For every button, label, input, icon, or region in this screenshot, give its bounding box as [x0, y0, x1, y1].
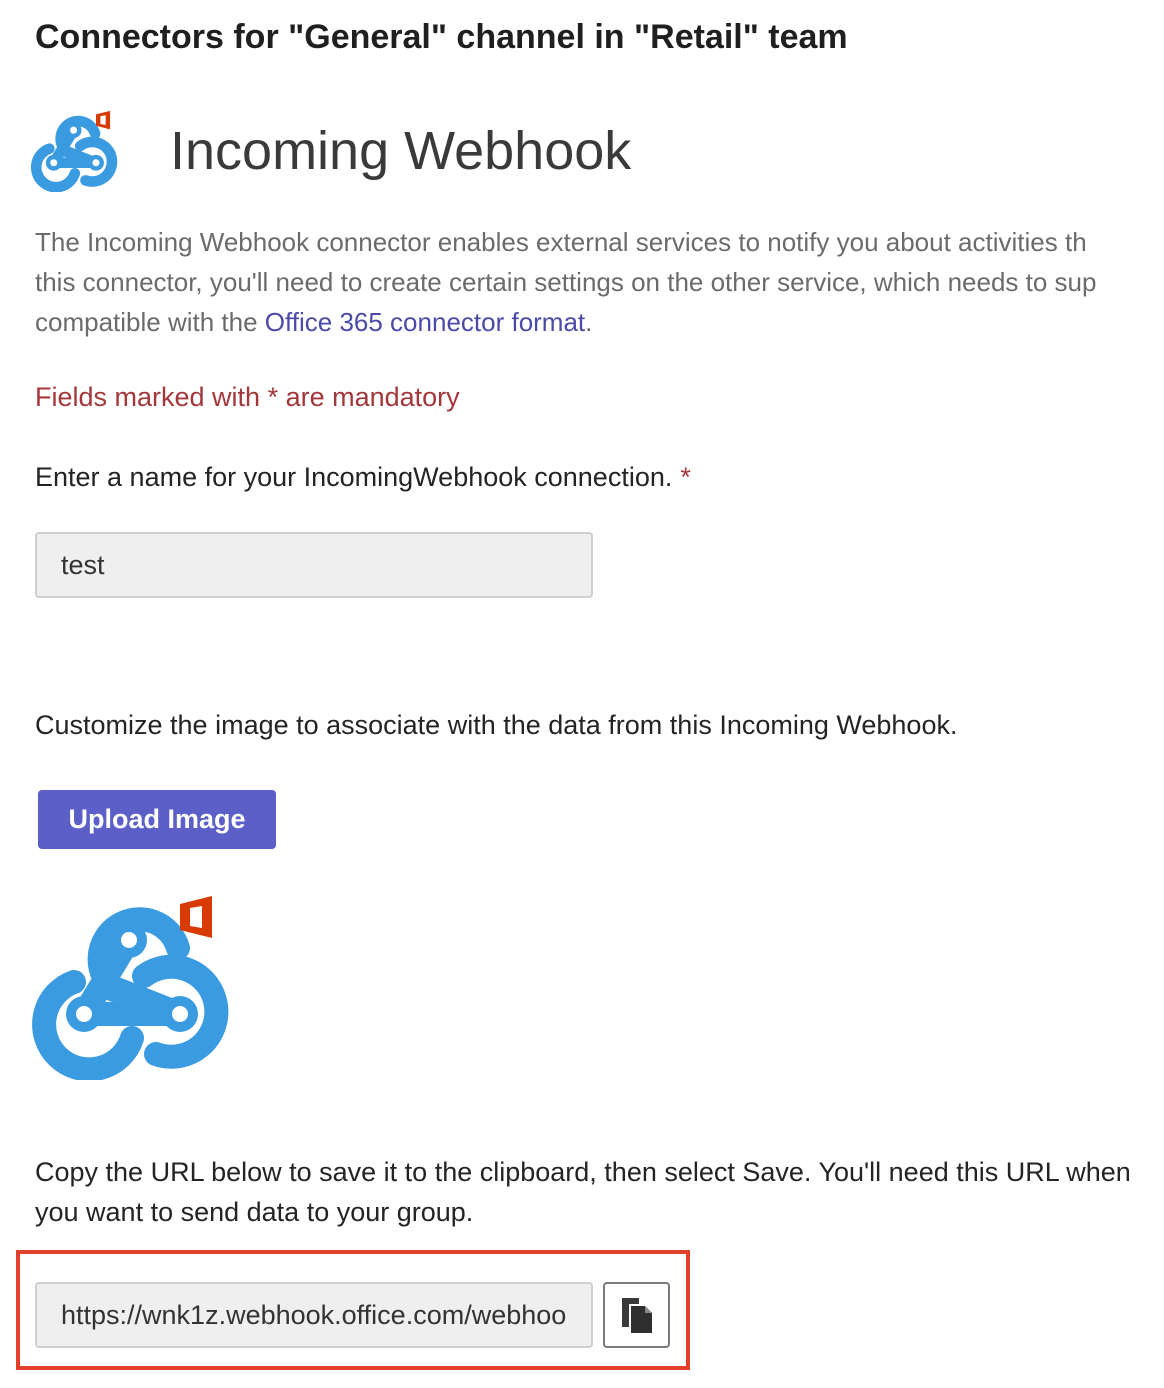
- name-field-label: Enter a name for your IncomingWebhook co…: [35, 462, 691, 493]
- description-text: .: [585, 307, 593, 337]
- webhook-url-input[interactable]: [35, 1282, 593, 1348]
- copy-icon: [621, 1298, 652, 1333]
- upload-image-button[interactable]: Upload Image: [38, 790, 276, 849]
- url-instructions: Copy the URL below to save it to the cli…: [35, 1152, 1164, 1232]
- name-label-text: Enter a name for your IncomingWebhook co…: [35, 462, 673, 492]
- connector-description: The Incoming Webhook connector enables e…: [35, 222, 1164, 342]
- mandatory-note: Fields marked with * are mandatory: [35, 382, 460, 412]
- connector-title: Incoming Webhook: [170, 121, 632, 181]
- connector-format-link[interactable]: Office 365 connector format: [265, 307, 585, 337]
- webhook-image-preview-icon: [32, 896, 229, 1080]
- url-instructions-line: Copy the URL below to save it to the cli…: [35, 1157, 1131, 1187]
- description-text: compatible with the: [35, 307, 265, 337]
- image-customize-label: Customize the image to associate with th…: [35, 710, 958, 740]
- url-instructions-line: you want to send data to your group.: [35, 1197, 474, 1227]
- connection-name-input[interactable]: [35, 532, 593, 598]
- page-heading: Connectors for "General" channel in "Ret…: [35, 18, 848, 56]
- copy-url-button[interactable]: [603, 1282, 670, 1348]
- webhook-logo-icon: [30, 110, 118, 192]
- description-line: The Incoming Webhook connector enables e…: [35, 227, 1087, 257]
- description-line: this connector, you'll need to create ce…: [35, 267, 1097, 297]
- description-line: compatible with the Office 365 connector…: [35, 302, 1164, 342]
- required-asterisk: *: [680, 462, 691, 492]
